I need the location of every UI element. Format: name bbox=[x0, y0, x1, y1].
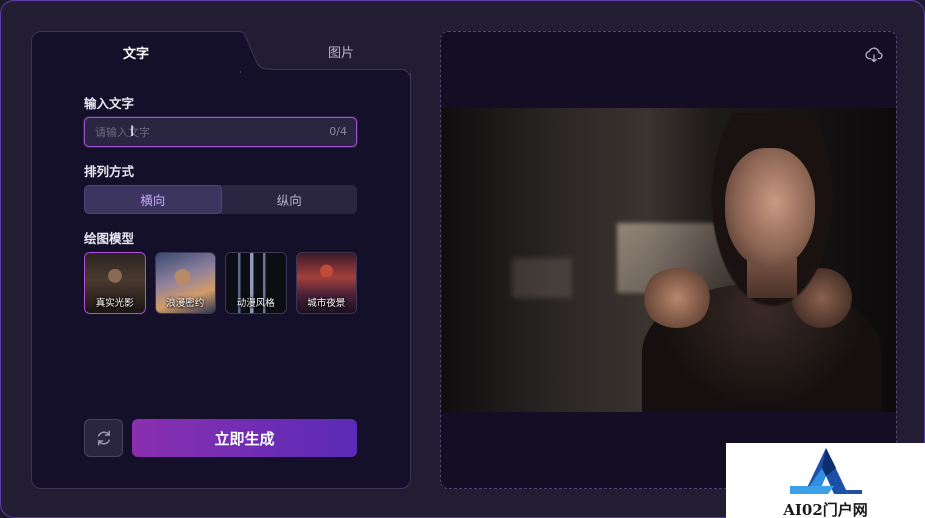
model-caption: 城市夜景 bbox=[307, 298, 346, 309]
layout-horizontal-button[interactable]: 横向 bbox=[84, 185, 222, 214]
model-city-night[interactable]: 城市夜景 bbox=[295, 252, 357, 314]
app-frame: 文字 图片 输入文字 I 0/4 排列方式 横向 纵向 绘图模型 真实光影 bbox=[0, 0, 925, 518]
model-caption: 动漫风格 bbox=[236, 298, 275, 309]
model-romantic[interactable]: 浪漫密约 bbox=[154, 252, 216, 314]
model-caption: 浪漫密约 bbox=[166, 298, 205, 309]
model-label: 绘图模型 bbox=[84, 231, 135, 246]
model-list: 真实光影 浪漫密约 动漫风格 城市夜景 bbox=[84, 252, 357, 314]
model-anime[interactable]: 动漫风格 bbox=[225, 252, 287, 314]
tab-text[interactable]: 文字 bbox=[31, 31, 241, 73]
download-button[interactable] bbox=[864, 46, 884, 64]
tab-image-label: 图片 bbox=[327, 45, 354, 61]
watermark: AI02门户网 bbox=[726, 443, 925, 518]
cloud-download-icon bbox=[865, 47, 883, 63]
char-counter: 0/4 bbox=[329, 125, 347, 138]
text-to-image-panel: 文字 图片 输入文字 I 0/4 排列方式 横向 纵向 绘图模型 真实光影 bbox=[31, 31, 411, 489]
generate-button[interactable]: 立即生成 bbox=[132, 419, 357, 457]
text-input-field[interactable] bbox=[85, 118, 315, 146]
tab-slant-divider bbox=[231, 31, 271, 71]
model-caption: 真实光影 bbox=[95, 298, 134, 309]
generated-image bbox=[442, 108, 896, 412]
ai02-logo-icon bbox=[790, 448, 862, 494]
refresh-icon bbox=[97, 430, 110, 446]
layout-vertical-button[interactable]: 纵向 bbox=[222, 185, 358, 214]
text-input-label: 输入文字 bbox=[84, 96, 135, 111]
tab-text-label: 文字 bbox=[122, 47, 149, 62]
ibeam-cursor-icon: I bbox=[130, 124, 135, 140]
refresh-button[interactable] bbox=[84, 419, 123, 457]
text-input-box[interactable]: I 0/4 bbox=[84, 117, 357, 147]
tab-image[interactable]: 图片 bbox=[271, 31, 411, 71]
model-realistic-light[interactable]: 真实光影 bbox=[84, 252, 146, 314]
image-preview-area bbox=[440, 31, 897, 489]
watermark-text: AI02门户网 bbox=[783, 501, 868, 518]
layout-segmented-control: 横向 纵向 bbox=[84, 185, 357, 214]
layout-label: 排列方式 bbox=[84, 164, 135, 179]
